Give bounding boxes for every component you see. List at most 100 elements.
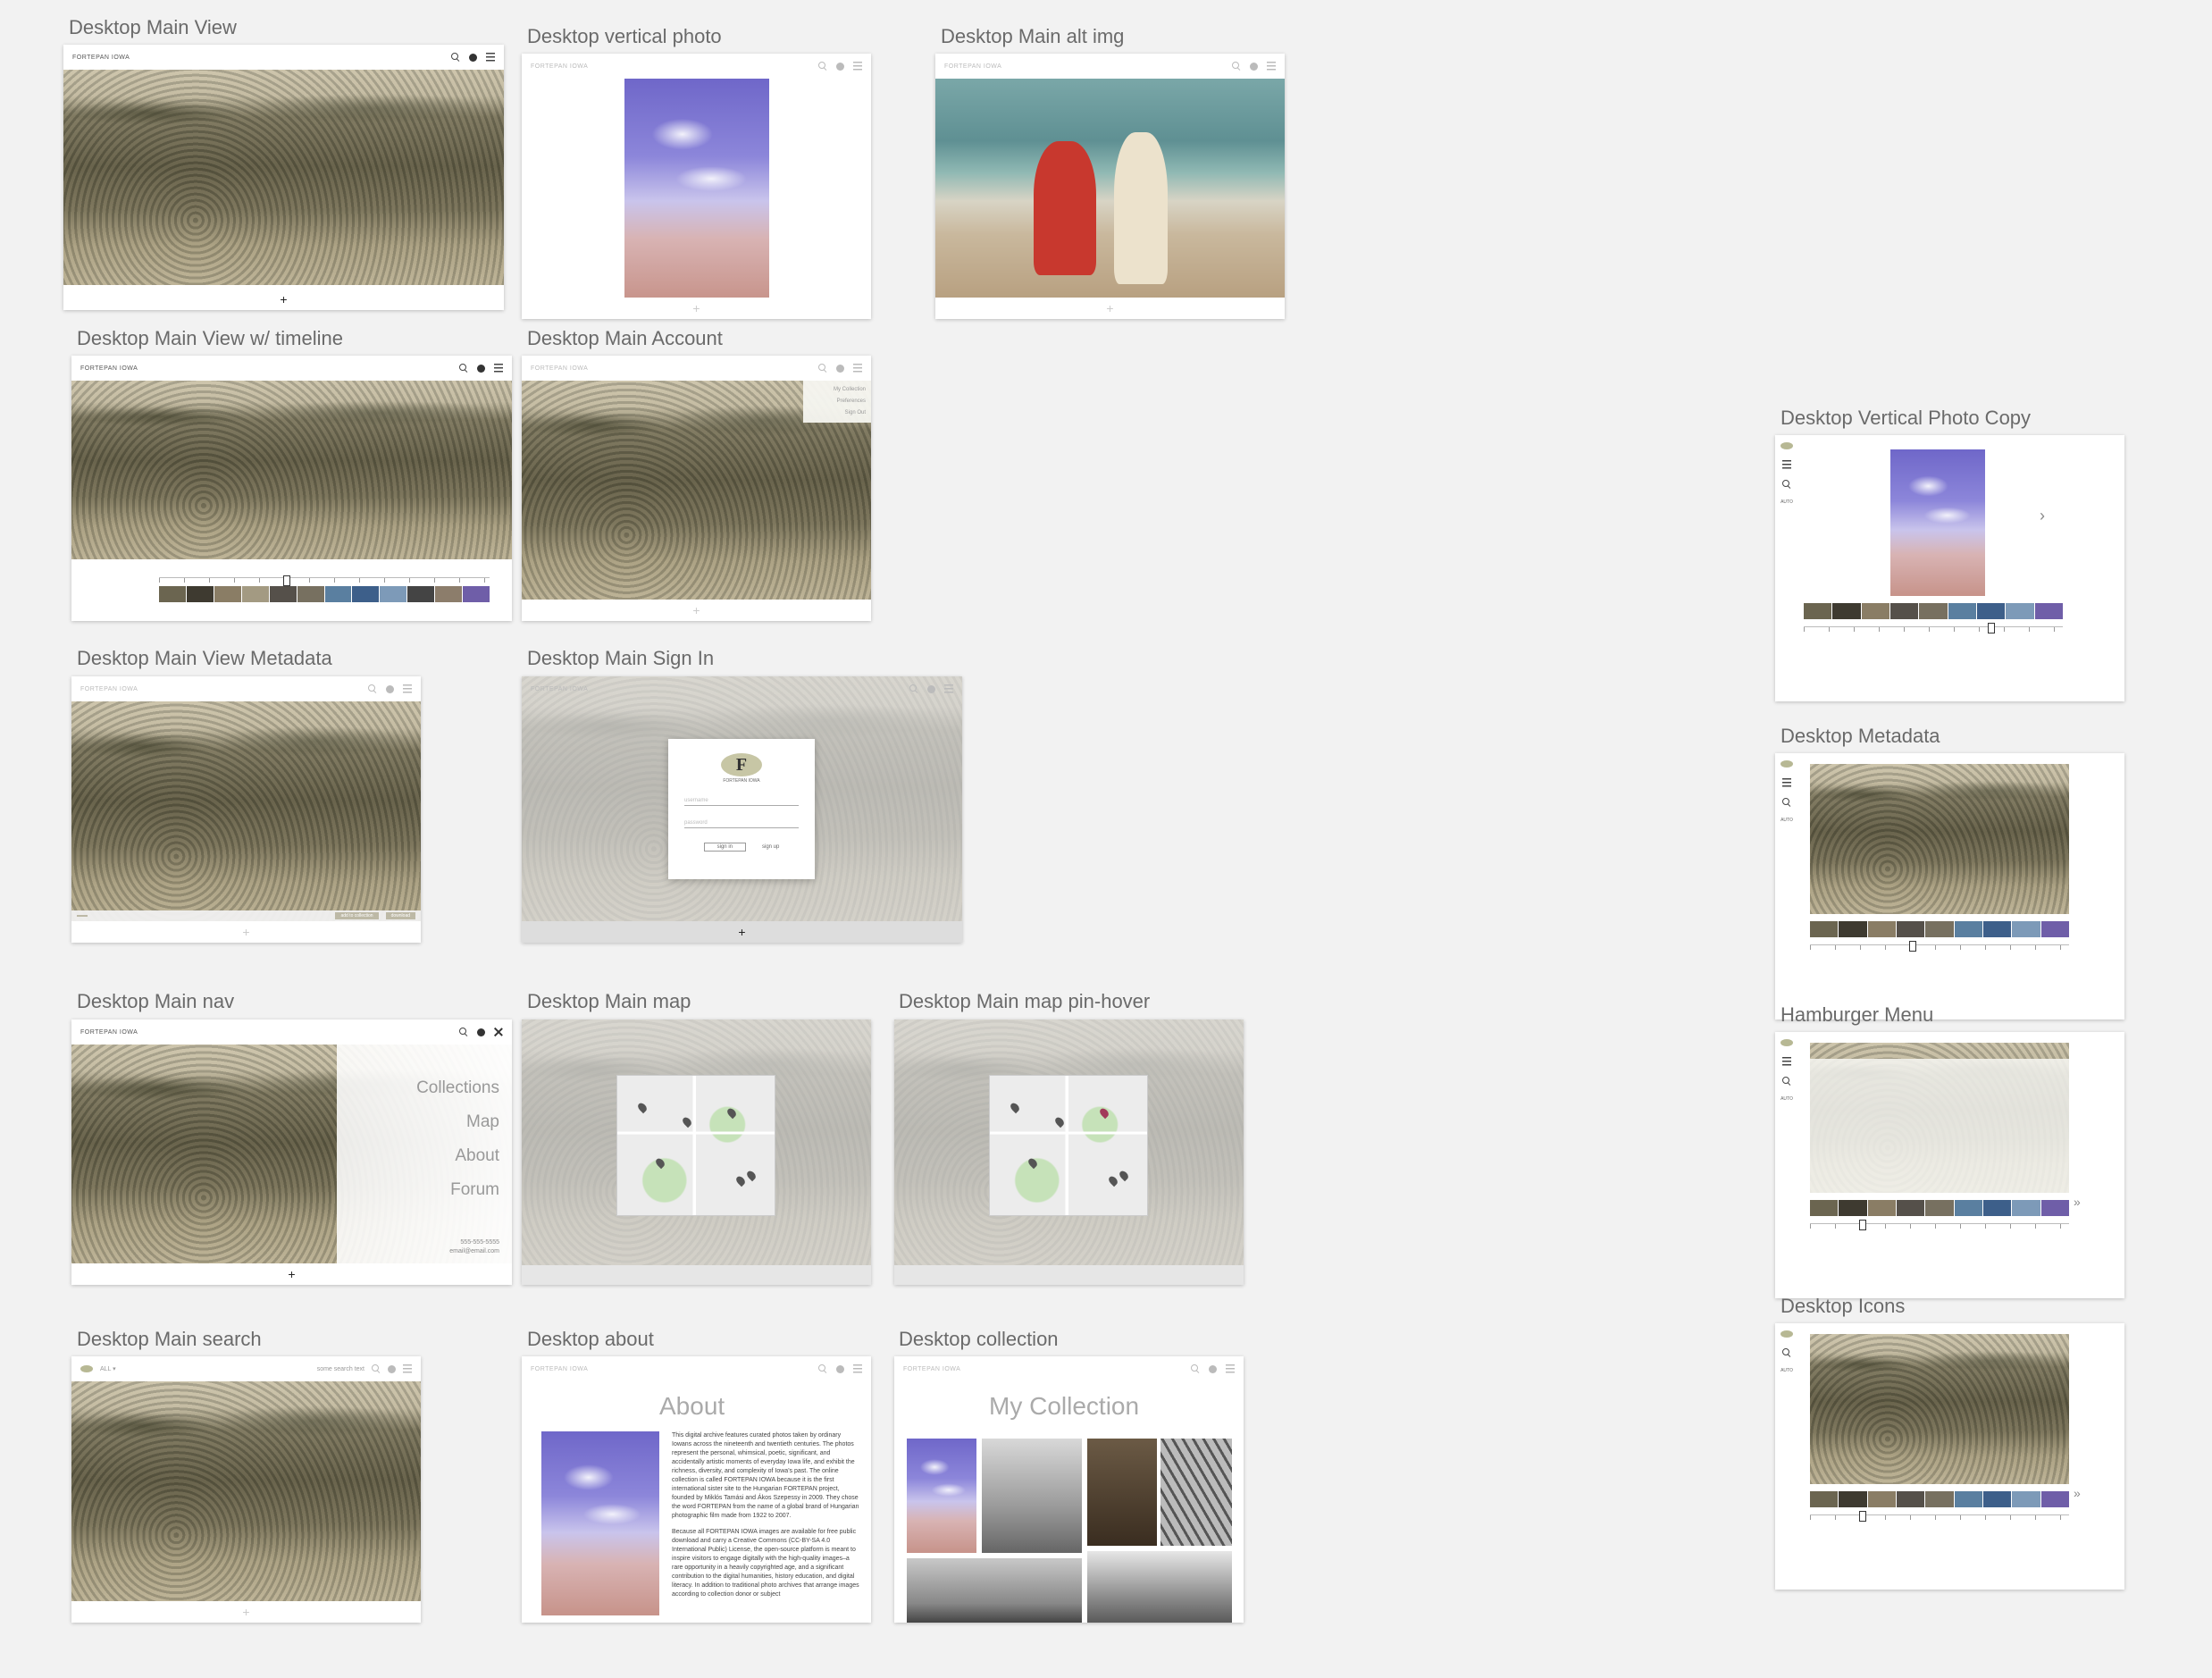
- search-icon[interactable]: [818, 1364, 827, 1373]
- hamburger-icon[interactable]: [1226, 1364, 1235, 1373]
- add-button[interactable]: +: [522, 600, 871, 621]
- hamburger-icon[interactable]: [1782, 1057, 1791, 1066]
- map-widget[interactable]: [616, 1075, 775, 1216]
- timeline-handle[interactable]: [283, 575, 290, 586]
- search-icon[interactable]: [1232, 62, 1241, 71]
- logo[interactable]: [1780, 1330, 1793, 1338]
- auto-toggle[interactable]: AUTO: [1780, 499, 1793, 505]
- frame-vertical-photo[interactable]: FORTEPAN IOWA +: [522, 54, 871, 319]
- hamburger-icon[interactable]: [494, 364, 503, 373]
- search-icon[interactable]: [1782, 1077, 1791, 1086]
- logo[interactable]: [1780, 1039, 1793, 1046]
- frame-main-search[interactable]: ALL ▾ some search text +: [71, 1356, 421, 1623]
- map-pin[interactable]: [745, 1169, 758, 1182]
- hamburger-icon[interactable]: [1782, 460, 1791, 469]
- frame-main-alt-img[interactable]: FORTEPAN IOWA +: [935, 54, 1285, 319]
- collection-photo[interactable]: [1160, 1439, 1232, 1546]
- download-button[interactable]: download: [385, 912, 415, 919]
- auto-toggle[interactable]: AUTO: [1780, 1368, 1793, 1373]
- logo[interactable]: [1780, 442, 1793, 449]
- close-icon[interactable]: [494, 1028, 503, 1036]
- map-pin[interactable]: [1053, 1115, 1066, 1128]
- map-pin[interactable]: [654, 1156, 666, 1170]
- hamburger-icon[interactable]: [486, 53, 495, 62]
- user-icon[interactable]: [927, 684, 935, 693]
- metadata-tag[interactable]: [77, 915, 88, 917]
- user-icon[interactable]: [477, 1028, 485, 1036]
- map-pin[interactable]: [725, 1106, 738, 1120]
- map-pin[interactable]: [681, 1115, 693, 1128]
- account-menu-sign-out[interactable]: Sign Out: [809, 407, 866, 419]
- map-pin[interactable]: [1107, 1174, 1119, 1187]
- search-icon[interactable]: [909, 684, 918, 693]
- collection-photo[interactable]: [907, 1558, 1082, 1623]
- timeline-handle[interactable]: [1859, 1220, 1866, 1230]
- search-icon[interactable]: [1191, 1364, 1200, 1373]
- frame-main-account[interactable]: FORTEPAN IOWA My Collection Preferences …: [522, 356, 871, 621]
- brand-wordmark[interactable]: FORTEPAN IOWA: [80, 365, 138, 372]
- hamburger-icon[interactable]: [853, 62, 862, 71]
- frame-icons[interactable]: AUTO »: [1775, 1323, 2124, 1590]
- nav-item-forum[interactable]: Forum: [450, 1180, 499, 1200]
- chevron-right-icon[interactable]: »: [2074, 1195, 2081, 1209]
- brand-wordmark[interactable]: FORTEPAN IOWA: [903, 1366, 960, 1372]
- sign-up-link[interactable]: sign up: [762, 844, 779, 850]
- user-icon[interactable]: [1209, 1364, 1217, 1373]
- password-field[interactable]: password: [684, 820, 799, 828]
- timeline-ruler[interactable]: [1804, 626, 2063, 632]
- add-to-collection-button[interactable]: add to collection: [335, 912, 379, 919]
- timeline-ruler[interactable]: [1810, 1514, 2069, 1520]
- user-icon[interactable]: [469, 53, 477, 62]
- chevron-right-icon[interactable]: ›: [2040, 507, 2045, 525]
- nav-item-map[interactable]: Map: [466, 1112, 499, 1132]
- frame-main-map[interactable]: [522, 1019, 871, 1285]
- add-button[interactable]: +: [522, 921, 962, 943]
- frame-about[interactable]: FORTEPAN IOWA About This digital archive…: [522, 1356, 871, 1623]
- frame-main-metadata[interactable]: FORTEPAN IOWA add to collection download…: [71, 676, 421, 943]
- search-icon[interactable]: [451, 53, 460, 62]
- frame-vertical-copy[interactable]: AUTO ›: [1775, 435, 2124, 701]
- timeline-thumbnails[interactable]: [1810, 1200, 2069, 1216]
- search-icon[interactable]: [368, 684, 377, 693]
- auto-toggle[interactable]: AUTO: [1780, 1096, 1793, 1102]
- timeline-handle[interactable]: [1988, 623, 1995, 633]
- nav-item-collections[interactable]: Collections: [416, 1078, 499, 1098]
- frame-collection[interactable]: FORTEPAN IOWA My Collection: [894, 1356, 1244, 1623]
- user-icon[interactable]: [836, 62, 844, 71]
- timeline-ruler[interactable]: [1810, 1223, 2069, 1229]
- map-pin[interactable]: [636, 1101, 649, 1114]
- timeline-ruler[interactable]: [159, 577, 490, 583]
- brand-wordmark[interactable]: FORTEPAN IOWA: [531, 686, 588, 692]
- add-button[interactable]: +: [935, 298, 1285, 319]
- collection-photo[interactable]: [982, 1439, 1082, 1553]
- user-icon[interactable]: [386, 684, 394, 693]
- timeline-thumbnails[interactable]: [159, 586, 490, 602]
- add-button[interactable]: +: [522, 298, 871, 319]
- user-icon[interactable]: [1250, 62, 1258, 71]
- sign-in-button[interactable]: sign in: [703, 843, 746, 852]
- chevron-right-icon[interactable]: »: [2074, 1486, 2081, 1500]
- map-pin[interactable]: [734, 1174, 747, 1187]
- timeline-thumbnails[interactable]: [1810, 1491, 2069, 1507]
- search-icon[interactable]: [1782, 480, 1791, 489]
- nav-item-about[interactable]: About: [455, 1146, 499, 1166]
- timeline-thumbnails[interactable]: [1804, 603, 2063, 619]
- collection-photo[interactable]: [907, 1439, 976, 1553]
- contact-phone[interactable]: 555-555-5555: [449, 1238, 499, 1247]
- hamburger-icon[interactable]: [403, 684, 412, 693]
- frame-main-nav[interactable]: FORTEPAN IOWA Collections Map About Foru…: [71, 1019, 512, 1285]
- frame-metadata[interactable]: AUTO: [1775, 753, 2124, 1019]
- add-button[interactable]: +: [71, 1263, 512, 1285]
- user-icon[interactable]: [836, 364, 844, 373]
- user-icon[interactable]: [836, 1364, 844, 1373]
- user-icon[interactable]: [477, 364, 485, 373]
- username-field[interactable]: username: [684, 798, 799, 806]
- logo[interactable]: [80, 1365, 93, 1372]
- timeline-handle[interactable]: [1859, 1511, 1866, 1522]
- add-button[interactable]: +: [71, 921, 421, 943]
- frame-hamburger[interactable]: AUTO »: [1775, 1032, 2124, 1298]
- map-pin-hover[interactable]: [1098, 1106, 1110, 1120]
- timeline-ruler[interactable]: [1810, 944, 2069, 950]
- menu-overlay[interactable]: [1810, 1059, 2069, 1193]
- contact-email[interactable]: email@email.com: [449, 1247, 499, 1256]
